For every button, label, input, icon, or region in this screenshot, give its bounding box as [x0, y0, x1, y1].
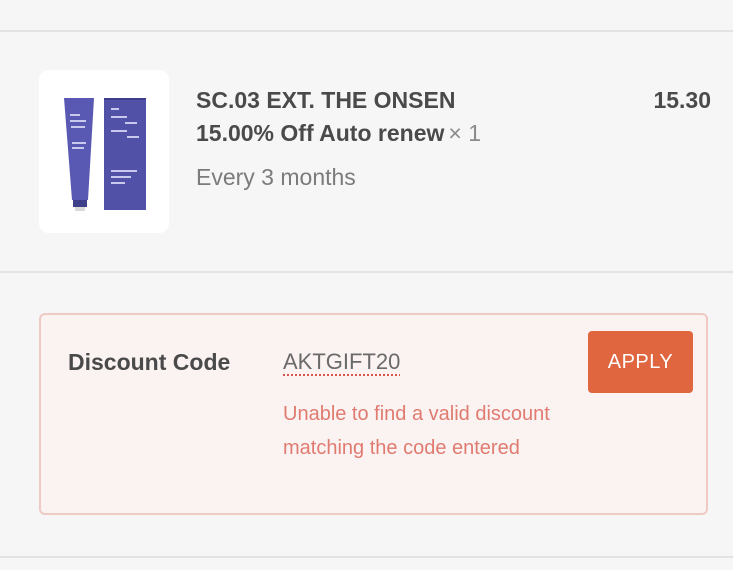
bottom-divider — [0, 556, 733, 558]
product-name: SC.03 EXT. THE ONSEN — [196, 87, 456, 113]
variant-label: 15.00% Off Auto renew — [196, 120, 445, 146]
discount-code-label: Discount Code — [68, 349, 231, 375]
top-divider — [0, 30, 733, 32]
discount-code-section: Discount Code AKTGIFT20 Unable to find a… — [39, 313, 708, 515]
product-variant: 15.00% Off Auto renew × 1 — [196, 119, 481, 147]
discount-code-input[interactable] — [283, 346, 503, 380]
checkout-summary: SC.03 EXT. THE ONSEN 15.00% Off Auto ren… — [0, 0, 733, 570]
section-divider — [0, 271, 733, 273]
product-price: 15.30 — [653, 87, 711, 113]
subscription-frequency: Every 3 months — [196, 164, 356, 190]
quantity-text: × 1 — [448, 120, 481, 146]
discount-error-message: Unable to find a valid discount matching… — [283, 403, 550, 459]
apply-button[interactable]: APPLY — [588, 331, 693, 393]
product-tube-image — [64, 98, 146, 211]
product-thumbnail — [39, 70, 169, 233]
